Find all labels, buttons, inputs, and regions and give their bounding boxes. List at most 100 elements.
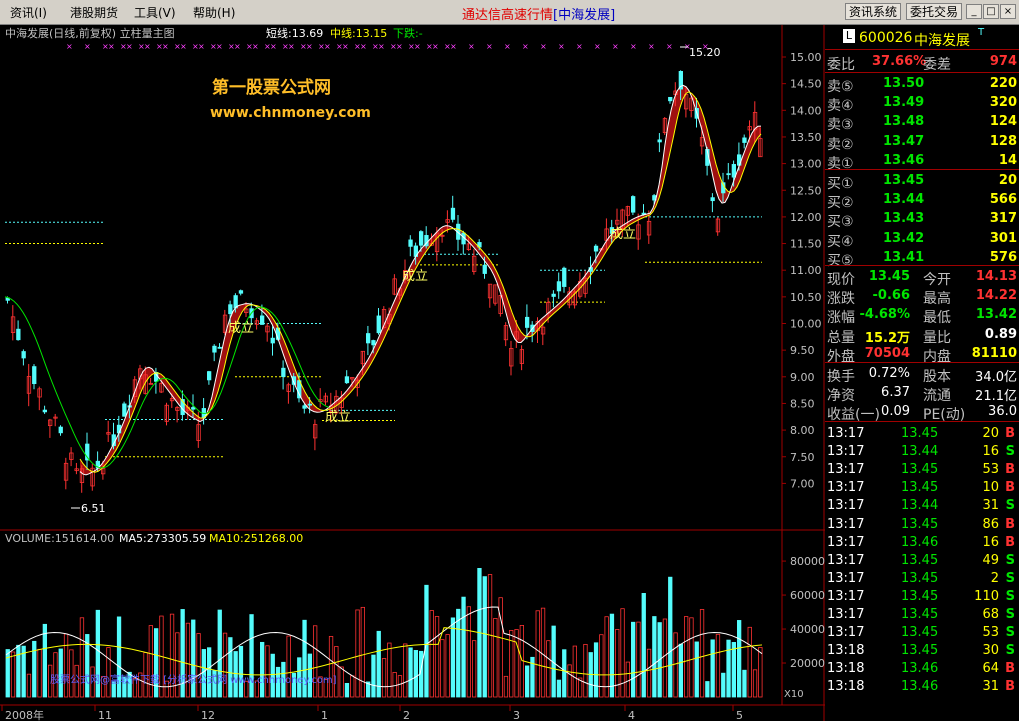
tick-price: 13.44: [901, 444, 939, 460]
close-button[interactable]: ×: [1000, 4, 1016, 19]
price-tick-label: 14.50: [790, 78, 822, 91]
info-system-button[interactable]: 资讯系统: [845, 3, 902, 20]
bid-volume: 301: [989, 230, 1017, 246]
tick-row: 13:18 13.46 64 B: [825, 660, 1019, 678]
bid-volume: 566: [989, 192, 1017, 208]
menu-info[interactable]: 资讯(I): [10, 4, 47, 21]
ma5-value: MA5:273305.59: [119, 532, 206, 545]
volume-bar: [408, 647, 413, 698]
stat-value: 14.22: [975, 288, 1017, 304]
tick-side: B: [1005, 679, 1015, 695]
candle-body: [408, 239, 413, 247]
ask-row: 卖① 13.46 14: [825, 152, 1019, 172]
stock-suffix: T: [978, 27, 985, 38]
ask-volume: 220: [989, 76, 1017, 91]
signal-mark: ×: [378, 42, 385, 51]
signal-mark: ×: [540, 42, 547, 51]
chart-title: 中海发展(日线,前复权) 立柱量主图: [5, 26, 175, 40]
candle-body: [217, 346, 222, 349]
candle-body: [556, 281, 562, 292]
date-tick-label: 11: [98, 709, 112, 721]
stat-label: 净资: [827, 388, 855, 405]
candle-body: [418, 231, 424, 246]
bid-label: 买⑤: [827, 252, 854, 269]
signal-mark: ×: [666, 42, 673, 51]
stat-label: 量比: [923, 329, 951, 346]
stat-value: 0.09: [881, 404, 910, 420]
volume-bar: [641, 593, 646, 698]
signal-mark: ×: [198, 42, 205, 51]
tick-side: B: [1005, 516, 1015, 532]
chengli-marker: 成立: [402, 269, 428, 284]
candle-body: [551, 293, 556, 297]
stat-value: 21.1亿: [975, 389, 1017, 405]
candle-body: [307, 403, 313, 406]
stat-label: 流通: [923, 388, 951, 405]
ma10-value: MA10:251268.00: [209, 532, 303, 545]
price-tick-label: 8.50: [790, 397, 815, 410]
price-tick-label: 8.00: [790, 424, 815, 437]
tick-volume: 86: [982, 516, 999, 532]
tick-side: S: [1005, 570, 1015, 586]
stat-label: 今开: [923, 272, 951, 288]
tick-time: 13:17: [827, 552, 865, 568]
candle-body: [482, 264, 487, 274]
tick-volume: 2: [990, 570, 999, 586]
volume-bar: [737, 620, 742, 698]
tick-row: 13:17 13.45 53 S: [825, 624, 1019, 642]
stat-row: 现价 13.45 今开 14.13: [825, 268, 1019, 288]
volume-footer: 股票公式网@富软件下载 [分析家公式网 www.chnmoney.com]: [50, 673, 337, 686]
bid-volume: 20: [998, 173, 1017, 188]
signal-mark: ×: [66, 42, 73, 51]
date-tick-label: 4: [628, 709, 635, 721]
date-tick-label: 5: [736, 709, 743, 721]
tick-volume: 31: [982, 498, 999, 514]
menu-tools[interactable]: 工具(V): [134, 4, 176, 21]
minimize-button[interactable]: _: [966, 4, 982, 19]
signal-mark: ×: [288, 42, 295, 51]
ask-volume: 128: [989, 133, 1017, 149]
price-tick-label: 14.00: [790, 104, 822, 117]
candle-body: [562, 267, 567, 287]
price-tick-label: 9.00: [790, 371, 815, 384]
tick-price: 13.45: [901, 625, 939, 641]
weibi-row: 委比 37.66% 委差 974: [825, 53, 1019, 73]
signal-mark: ×: [270, 42, 277, 51]
signal-mark: ×: [576, 42, 583, 51]
candle-body: [344, 376, 350, 384]
menu-hk-futures[interactable]: 港股期货: [70, 4, 118, 21]
tick-time: 13:17: [827, 516, 865, 532]
menu-help[interactable]: 帮助(H): [193, 4, 235, 21]
bid-price: 13.44: [883, 192, 925, 208]
candle-body: [32, 366, 37, 385]
tick-volume: 68: [982, 607, 999, 622]
trade-button[interactable]: 委托交易: [906, 3, 963, 20]
ask-price: 13.48: [883, 114, 925, 130]
signal-mark: ×: [612, 42, 619, 51]
tick-side: S: [1005, 643, 1015, 659]
volume-bar: [652, 616, 657, 698]
tick-time: 13:18: [827, 661, 865, 677]
date-tick-label: 3: [513, 709, 520, 721]
signal-mark: ×: [324, 42, 331, 51]
tick-time: 13:18: [827, 679, 865, 695]
candle-body: [212, 345, 217, 353]
candle-body: [593, 245, 599, 252]
date-tick-label: 12: [201, 709, 215, 721]
tick-side: B: [1005, 534, 1015, 550]
stat-value: 15.2万: [864, 330, 910, 346]
volume-tick-label: 40000: [790, 623, 825, 636]
kline-chart[interactable]: × × × × × × × × × × × × × × × × × × × × × × × × × × × × × × × × × × × × × × × ×…: [0, 25, 825, 721]
stat-label: 最低: [923, 310, 951, 327]
maximize-button[interactable]: □: [983, 4, 999, 19]
candle-body: [668, 96, 673, 102]
volume-bar: [710, 639, 715, 698]
bid-price: 13.41: [883, 249, 925, 265]
ask-label: 卖③: [827, 117, 854, 134]
stat-row: 净资 6.37 流通 21.1亿: [825, 384, 1019, 405]
tick-row: 13:17 13.45 53 B: [825, 461, 1019, 479]
stat-row: 换手 0.72% 股本 34.0亿: [825, 365, 1019, 385]
tick-volume: 110: [974, 588, 999, 604]
candle-body: [42, 409, 47, 413]
bid-row: 买③ 13.43 317: [825, 210, 1019, 230]
